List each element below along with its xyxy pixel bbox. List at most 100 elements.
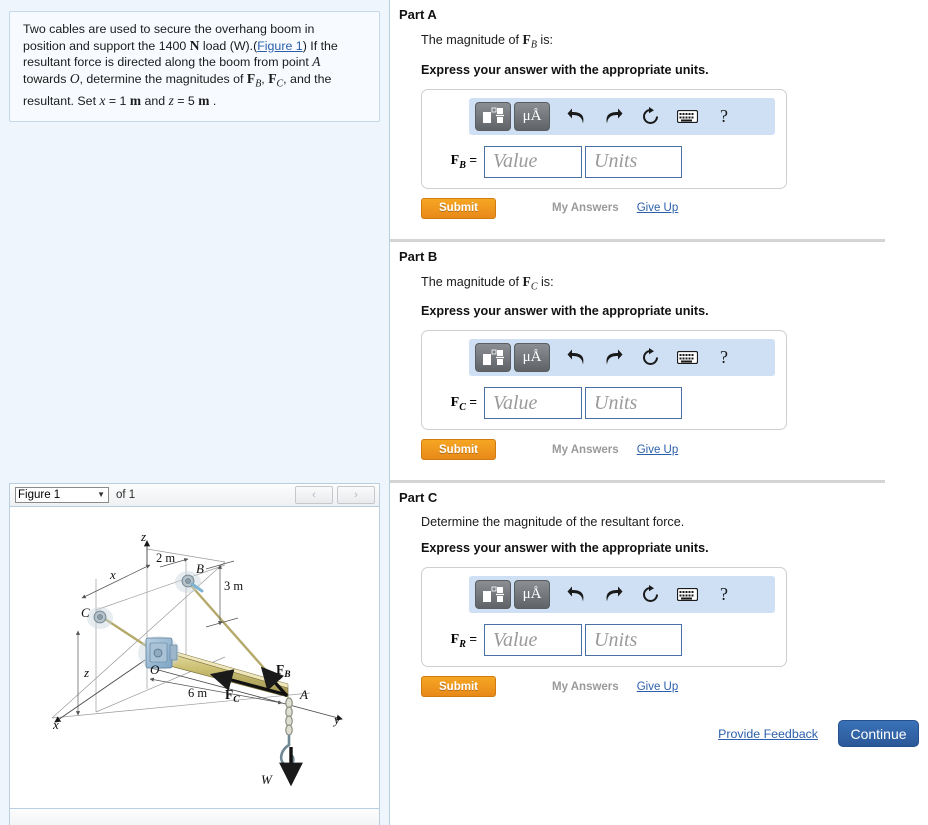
part-b-submit-button[interactable]: Submit bbox=[421, 439, 496, 461]
problem-text-7: , determine the magnitudes of bbox=[79, 71, 247, 86]
figure-toolbar: Figure 1 ▼ of 1 ‹ › bbox=[9, 483, 380, 506]
reset-icon[interactable] bbox=[633, 102, 667, 131]
part-a-answer-label: FB = bbox=[450, 152, 477, 172]
part-a-units-input[interactable]: Units bbox=[585, 145, 682, 178]
problem-line-2: position and support the 1400 bbox=[23, 38, 190, 53]
problem-load-text: load (W).( bbox=[199, 38, 258, 53]
label-point-b: B bbox=[196, 561, 204, 576]
part-a-express-units: Express your answer with the appropriate… bbox=[421, 62, 709, 77]
redo-icon[interactable] bbox=[596, 343, 630, 372]
part-b-value-input[interactable]: Value bbox=[484, 387, 582, 420]
label-dim-2m: 2 m bbox=[156, 551, 175, 565]
provide-feedback-link[interactable]: Provide Feedback bbox=[718, 727, 818, 741]
part-b-actions: Submit My Answers Give Up bbox=[421, 439, 928, 461]
node-c bbox=[87, 607, 113, 629]
problem-line-5: resultant. Set bbox=[23, 94, 100, 109]
part-a-my-answers[interactable]: My Answers bbox=[552, 202, 619, 214]
part-b-give-up[interactable]: Give Up bbox=[637, 444, 679, 456]
statics-boom-diagram: z x x y z C B O A W 2 m 3 m 6 m FB FC bbox=[51, 529, 343, 787]
page-root: Two cables are used to secure the overha… bbox=[0, 0, 928, 825]
label-force-fb: FB bbox=[276, 662, 291, 680]
part-a-value-input[interactable]: Value bbox=[484, 145, 582, 178]
part-a-prompt-post: is: bbox=[536, 33, 554, 47]
part-a-block: Part A The magnitude of FB is: Express y… bbox=[390, 0, 928, 219]
label-dim-3m: 3 m bbox=[224, 579, 243, 593]
part-a-answer-toolbar: μÅ ? bbox=[469, 97, 775, 135]
reset-icon[interactable] bbox=[633, 580, 667, 609]
part-c-submit-button[interactable]: Submit bbox=[421, 676, 496, 698]
label-point-o: O bbox=[150, 662, 160, 677]
template-icon[interactable] bbox=[475, 580, 511, 610]
problem-text-4: ) If the bbox=[302, 38, 338, 53]
undo-icon[interactable] bbox=[559, 102, 593, 131]
part-b-answer-label: FC = bbox=[450, 394, 477, 413]
problem-line-4: towards bbox=[23, 71, 70, 86]
part-b-answer-row: FC = Value Units bbox=[422, 387, 786, 420]
help-icon[interactable]: ? bbox=[707, 580, 741, 609]
part-b-units-input[interactable]: Units bbox=[585, 387, 682, 420]
part-c-title: Part C bbox=[399, 490, 438, 506]
template-icon[interactable] bbox=[475, 343, 511, 373]
keyboard-icon[interactable] bbox=[670, 102, 704, 131]
redo-icon[interactable] bbox=[596, 580, 630, 609]
units-icon[interactable]: μÅ bbox=[514, 343, 550, 373]
part-b-my-answers[interactable]: My Answers bbox=[552, 444, 619, 456]
part-a-give-up[interactable]: Give Up bbox=[637, 202, 679, 214]
part-b-block: Part B The magnitude of FC is: Express y… bbox=[390, 238, 928, 461]
redo-icon[interactable] bbox=[596, 102, 630, 131]
footer-actions: Provide Feedback Continue bbox=[390, 720, 928, 748]
part-a-actions: Submit My Answers Give Up bbox=[421, 197, 928, 219]
figure-image-container: z x x y z C B O A W 2 m 3 m 6 m FB FC bbox=[9, 506, 380, 809]
part-b-prompt-pre: The magnitude of bbox=[421, 274, 523, 289]
problem-line-1: Two cables are used to secure the overha… bbox=[23, 22, 315, 36]
part-c-give-up[interactable]: Give Up bbox=[637, 681, 679, 693]
part-c-answer-row: FR = Value Units bbox=[422, 624, 786, 657]
part-a-submit-button[interactable]: Submit bbox=[421, 197, 496, 219]
chevron-down-icon: ▼ bbox=[97, 490, 105, 499]
vector-fc: FC bbox=[268, 70, 284, 90]
part-c-units-input[interactable]: Units bbox=[585, 624, 682, 657]
label-load-w: W bbox=[261, 772, 273, 787]
vector-fb: FB bbox=[246, 70, 262, 90]
keyboard-icon[interactable] bbox=[670, 580, 704, 609]
part-c-my-answers[interactable]: My Answers bbox=[552, 681, 619, 693]
part-c-express-units: Express your answer with the appropriate… bbox=[421, 541, 709, 556]
part-a-answer-box: μÅ ? FB = Value Units bbox=[421, 88, 787, 189]
figure-viewer: Figure 1 ▼ of 1 ‹ › z x x y z C B O A W … bbox=[9, 483, 380, 825]
units-icon[interactable]: μÅ bbox=[514, 101, 550, 131]
undo-icon[interactable] bbox=[559, 343, 593, 372]
label-dim-z: z bbox=[83, 665, 89, 680]
units-icon[interactable]: μÅ bbox=[514, 580, 550, 610]
problem-text-14: . bbox=[209, 94, 217, 109]
problem-statement-text: Two cables are used to secure the overha… bbox=[23, 21, 368, 110]
label-axis-y: y bbox=[332, 712, 340, 727]
label-point-a: A bbox=[299, 687, 308, 702]
label-force-fc: FC bbox=[225, 687, 240, 705]
right-panel: Part A The magnitude of FB is: Express y… bbox=[390, 0, 928, 825]
part-b-answer-box: μÅ ? FC = Value Units bbox=[421, 330, 787, 431]
template-icon[interactable] bbox=[475, 101, 511, 131]
continue-button[interactable]: Continue bbox=[838, 720, 919, 748]
undo-icon[interactable] bbox=[559, 580, 593, 609]
reset-icon[interactable] bbox=[633, 343, 667, 372]
point-o-label: O bbox=[69, 70, 80, 86]
keyboard-icon[interactable] bbox=[670, 343, 704, 372]
figure-footer-bar bbox=[9, 809, 380, 825]
chevron-right-icon: › bbox=[354, 489, 358, 501]
part-c-actions: Submit My Answers Give Up bbox=[421, 676, 928, 698]
part-c-value-input[interactable]: Value bbox=[484, 624, 582, 657]
figure-prev-button[interactable]: ‹ bbox=[295, 486, 333, 504]
part-a-prompt: The magnitude of FB is: bbox=[421, 22, 928, 51]
figure-count-label: of 1 bbox=[116, 489, 136, 501]
problem-statement-box: Two cables are used to secure the overha… bbox=[9, 11, 380, 122]
help-icon[interactable]: ? bbox=[707, 102, 741, 131]
figure-1-link[interactable]: Figure 1 bbox=[257, 39, 302, 53]
unit-newton: N bbox=[189, 37, 200, 53]
figure-select-value: Figure 1 bbox=[18, 489, 61, 501]
problem-line-3: resultant force is directed along the bo… bbox=[23, 55, 313, 70]
help-icon[interactable]: ? bbox=[707, 343, 741, 372]
figure-select[interactable]: Figure 1 ▼ bbox=[15, 487, 109, 503]
figure-next-button[interactable]: › bbox=[337, 486, 375, 504]
chain bbox=[285, 697, 293, 736]
part-c-answer-box: μÅ ? FR = Value Units bbox=[421, 567, 787, 668]
